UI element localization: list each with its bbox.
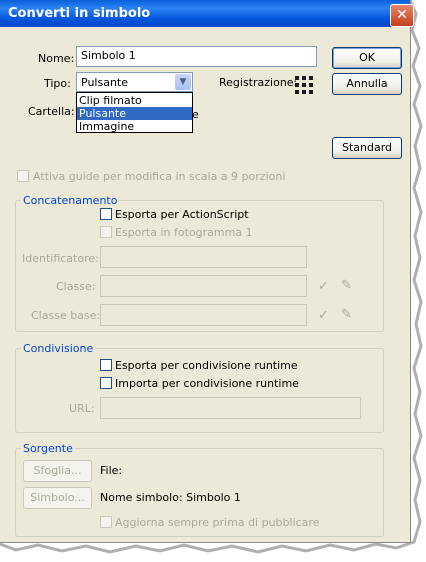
tipo-dropdown-list: Clip filmato Pulsante Immagine [76, 92, 193, 133]
dialog-window: Converti in simbolo ✕ Nome: Simbolo 1 Ti… [0, 0, 414, 543]
chevron-down-icon[interactable]: ▼ [175, 74, 191, 90]
annulla-button[interactable]: Annulla [332, 73, 402, 95]
dropdown-option-pulsante[interactable]: Pulsante [77, 107, 192, 120]
dropdown-option-clip-filmato[interactable]: Clip filmato [77, 94, 192, 107]
dropdown-option-immagine[interactable]: Immagine [77, 120, 192, 133]
aggiorna-label: Aggiorna sempre prima di pubblicare [115, 516, 320, 529]
simbolo-button[interactable]: Simbolo... [23, 487, 92, 509]
registration-grid-icon[interactable] [295, 76, 315, 96]
identificatore-label: Identificatore: [22, 252, 99, 265]
url-label: URL: [69, 402, 95, 415]
tipo-select-value: Pulsante [81, 76, 128, 89]
classe-input[interactable] [100, 275, 307, 297]
pencil-icon[interactable]: ✎ [341, 278, 352, 293]
file-label: File: [100, 464, 123, 477]
concatenamento-title: Concatenamento [21, 194, 120, 207]
cartella-value-partial[interactable]: e [192, 108, 199, 121]
ok-button[interactable]: OK [332, 47, 402, 69]
importa-runtime-label: Importa per condivisione runtime [115, 377, 299, 390]
esporta-runtime-label: Esporta per condivisione runtime [115, 359, 298, 372]
nome-simbolo-text: Nome simbolo: Simbolo 1 [100, 491, 241, 504]
esporta-fotogramma-label: Esporta in fotogramma 1 [115, 226, 253, 239]
url-input[interactable] [100, 397, 361, 419]
nome-label: Nome: [38, 52, 75, 65]
check-icon[interactable]: ✓ [318, 308, 329, 323]
classe-label: Classe: [56, 280, 96, 293]
guides-checkbox[interactable] [17, 170, 29, 182]
esporta-actionscript-label: Esporta per ActionScript [115, 208, 249, 221]
esporta-actionscript-checkbox[interactable] [100, 208, 112, 220]
classe-base-label: Classe base: [31, 309, 101, 322]
check-icon[interactable]: ✓ [318, 279, 329, 294]
title-bar[interactable]: Converti in simbolo ✕ [0, 0, 414, 27]
sfoglia-button[interactable]: Sfoglia... [23, 460, 92, 482]
sorgente-title: Sorgente [21, 442, 75, 455]
aggiorna-checkbox[interactable] [100, 516, 112, 528]
condivisione-title: Condivisione [21, 342, 96, 355]
classe-base-input[interactable] [100, 304, 307, 326]
esporta-runtime-checkbox[interactable] [100, 359, 112, 371]
window-title: Converti in simbolo [8, 6, 151, 21]
tipo-select[interactable]: Pulsante ▼ [76, 72, 193, 92]
guides-checkbox-label: Attiva guide per modifica in scala a 9 p… [33, 170, 286, 183]
cartella-label: Cartella: [28, 105, 75, 118]
importa-runtime-checkbox[interactable] [100, 377, 112, 389]
identificatore-input[interactable] [100, 246, 307, 268]
standard-button[interactable]: Standard [332, 137, 402, 159]
close-button[interactable]: ✕ [390, 4, 414, 27]
tipo-label: Tipo: [44, 77, 71, 90]
esporta-fotogramma-checkbox[interactable] [100, 226, 112, 238]
nome-input[interactable]: Simbolo 1 [76, 46, 317, 67]
pencil-icon[interactable]: ✎ [341, 307, 352, 322]
registrazione-label: Registrazione: [219, 76, 298, 89]
